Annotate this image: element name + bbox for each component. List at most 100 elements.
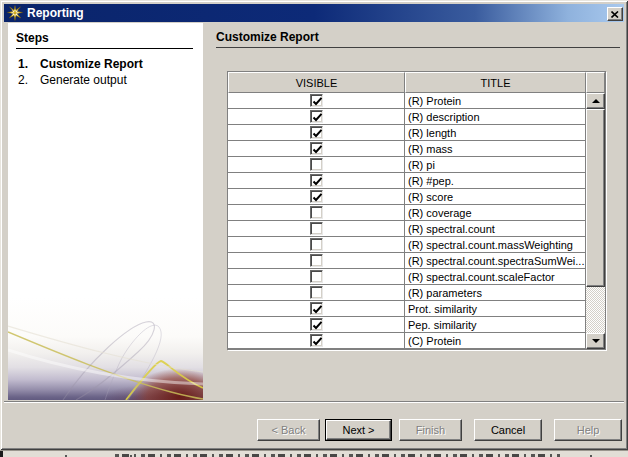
visible-cell — [228, 269, 405, 285]
table-row[interactable]: (R) spectral.count.spectraSumWei... — [228, 253, 605, 269]
checkbox-checked[interactable] — [310, 334, 323, 347]
checkbox-unchecked[interactable] — [310, 158, 323, 171]
cancel-button[interactable]: Cancel — [474, 419, 542, 441]
table-row[interactable]: (R) coverage — [228, 205, 605, 221]
visible-cell — [228, 109, 405, 125]
reporting-dialog: Reporting Steps 1.Customize Report2.Gene… — [0, 0, 628, 450]
report-table: VISIBLE TITLE (R) Protein(R) description… — [227, 71, 606, 350]
table-row[interactable]: (R) mass — [228, 141, 605, 157]
page-title-rule — [216, 47, 620, 48]
table-row[interactable]: (R) spectral.count.scaleFactor — [228, 269, 605, 285]
checkbox-unchecked[interactable] — [310, 238, 323, 251]
table-row[interactable]: (R) Protein — [228, 93, 605, 109]
close-button[interactable] — [607, 7, 623, 21]
scrollbar-thumb[interactable] — [586, 109, 605, 287]
scrollbar-track[interactable] — [586, 287, 605, 333]
step-number: 1. — [8, 57, 40, 71]
step-label: Customize Report — [40, 57, 143, 71]
title-cell[interactable]: (R) spectral.count.scaleFactor — [405, 269, 586, 285]
visible-cell — [228, 317, 405, 333]
title-cell[interactable]: (R) parameters — [405, 285, 586, 301]
visible-cell — [228, 333, 405, 349]
finish-button[interactable]: Finish — [399, 419, 462, 441]
title-cell[interactable]: (R) Protein — [405, 93, 586, 109]
title-cell[interactable]: (R) length — [405, 125, 586, 141]
back-button[interactable]: < Back — [257, 419, 320, 441]
down-arrow-icon — [592, 339, 600, 343]
title-cell[interactable]: (R) score — [405, 189, 586, 205]
steps-panel: Steps 1.Customize Report2.Generate outpu… — [8, 23, 203, 400]
table-row[interactable]: (R) spectral.count — [228, 221, 605, 237]
checkbox-checked[interactable] — [310, 126, 323, 139]
checkbox-unchecked[interactable] — [310, 206, 323, 219]
checkbox-checked[interactable] — [310, 142, 323, 155]
visible-cell — [228, 157, 405, 173]
visible-cell — [228, 141, 405, 157]
visible-cell — [228, 173, 405, 189]
background-mark — [0, 451, 3, 457]
title-cell[interactable]: (R) coverage — [405, 205, 586, 221]
table-row[interactable]: Pep. similarity — [228, 317, 605, 333]
table-row[interactable]: (R) #pep. — [228, 173, 605, 189]
step-label: Generate output — [40, 73, 127, 87]
table-row[interactable]: (R) parameters — [228, 285, 605, 301]
table-row[interactable]: (R) description — [228, 109, 605, 125]
checkbox-checked[interactable] — [310, 318, 323, 331]
checkbox-checked[interactable] — [310, 302, 323, 315]
visible-cell — [228, 221, 405, 237]
table-row[interactable]: (R) score — [228, 189, 605, 205]
checkbox-checked[interactable] — [310, 174, 323, 187]
scrollbar-down-button[interactable] — [586, 333, 605, 349]
column-header-title[interactable]: TITLE — [405, 72, 586, 93]
steps-list: 1.Customize Report2.Generate output — [8, 56, 203, 88]
vertical-scrollbar — [586, 93, 605, 349]
checkbox-checked[interactable] — [310, 190, 323, 203]
visible-cell — [228, 93, 405, 109]
background-window-sliver — [0, 450, 628, 457]
help-button[interactable]: Help — [554, 419, 622, 441]
table-row[interactable]: (R) pi — [228, 157, 605, 173]
visible-cell — [228, 189, 405, 205]
checkbox-checked[interactable] — [310, 110, 323, 123]
steps-heading: Steps — [16, 31, 49, 45]
visible-cell — [228, 237, 405, 253]
steps-rule — [16, 48, 193, 49]
step-item: 2.Generate output — [8, 72, 203, 88]
app-icon — [7, 5, 23, 21]
title-cell[interactable]: (R) mass — [405, 141, 586, 157]
checkbox-unchecked[interactable] — [310, 254, 323, 267]
dialog-content: Steps 1.Customize Report2.Generate outpu… — [4, 22, 624, 401]
visible-cell — [228, 301, 405, 317]
title-cell[interactable]: (R) spectral.count.spectraSumWei... — [405, 253, 586, 269]
title-cell[interactable]: Pep. similarity — [405, 317, 586, 333]
visible-cell — [228, 253, 405, 269]
title-bar[interactable]: Reporting — [4, 4, 624, 22]
table-header: VISIBLE TITLE — [228, 72, 605, 93]
title-cell[interactable]: (R) description — [405, 109, 586, 125]
title-cell[interactable]: (R) spectral.count.massWeighting — [405, 237, 586, 253]
title-cell[interactable]: (R) spectral.count — [405, 221, 586, 237]
title-cell[interactable]: Prot. similarity — [405, 301, 586, 317]
column-header-visible[interactable]: VISIBLE — [228, 72, 405, 93]
title-cell[interactable]: (R) #pep. — [405, 173, 586, 189]
column-header-corner — [586, 72, 605, 93]
visible-cell — [228, 205, 405, 221]
button-bar: < BackNext > Finish Cancel Help — [0, 403, 628, 448]
checkbox-unchecked[interactable] — [310, 222, 323, 235]
table-row[interactable]: Prot. similarity — [228, 301, 605, 317]
decorative-swirl-image — [8, 298, 203, 400]
checkbox-unchecked[interactable] — [310, 286, 323, 299]
window-title: Reporting — [27, 6, 84, 20]
title-cell[interactable]: (R) pi — [405, 157, 586, 173]
title-cell[interactable]: (C) Protein — [405, 333, 586, 349]
up-arrow-icon — [592, 99, 600, 103]
table-row[interactable]: (C) Protein — [228, 333, 605, 349]
table-row[interactable]: (R) length — [228, 125, 605, 141]
table-row[interactable]: (R) spectral.count.massWeighting — [228, 237, 605, 253]
step-item: 1.Customize Report — [8, 56, 203, 72]
scrollbar-up-button[interactable] — [586, 93, 605, 109]
close-icon — [611, 11, 619, 18]
checkbox-checked[interactable] — [310, 94, 323, 107]
next-button[interactable]: Next > — [325, 419, 392, 441]
checkbox-unchecked[interactable] — [310, 270, 323, 283]
